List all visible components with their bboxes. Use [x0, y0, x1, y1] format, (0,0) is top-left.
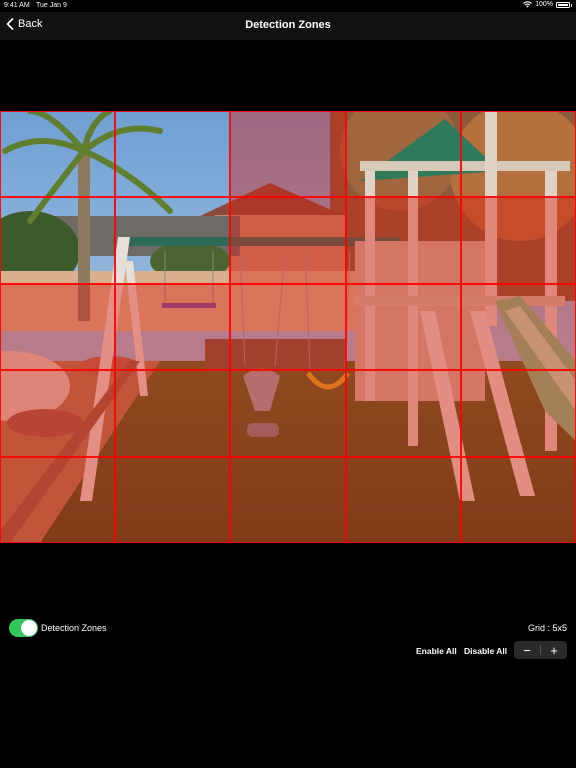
zone-cell[interactable] — [460, 370, 576, 457]
detection-zones-toggle[interactable] — [9, 619, 38, 637]
zone-cell[interactable] — [0, 370, 116, 457]
zone-cell[interactable] — [230, 197, 346, 284]
zone-cell[interactable] — [115, 111, 231, 198]
zone-cell[interactable] — [115, 456, 231, 543]
zone-cell[interactable] — [115, 283, 231, 371]
status-date: Tue Jan 9 — [36, 2, 67, 9]
zone-cell[interactable] — [230, 370, 346, 457]
zone-cell[interactable] — [460, 111, 576, 198]
battery-percent: 100% — [535, 1, 553, 8]
zone-cell[interactable] — [0, 283, 116, 371]
zone-cell[interactable] — [0, 111, 116, 198]
status-bar: 9:41 AM Tue Jan 9 100% — [0, 0, 576, 12]
zone-cell[interactable] — [460, 456, 576, 543]
toggle-knob — [21, 620, 37, 636]
zone-cell[interactable] — [345, 370, 461, 457]
detection-zone-grid — [0, 111, 576, 543]
zone-cell[interactable] — [115, 197, 231, 284]
zone-cell[interactable] — [460, 283, 576, 371]
zone-cell[interactable] — [115, 370, 231, 457]
page-title: Detection Zones — [245, 19, 331, 31]
zone-cell[interactable] — [345, 283, 461, 371]
zone-cell[interactable] — [345, 456, 461, 543]
battery-fill — [558, 3, 568, 6]
grid-size-label: Grid : 5x5 — [527, 623, 567, 633]
zone-cell[interactable] — [0, 456, 116, 543]
battery-icon — [556, 1, 572, 8]
decrement-button[interactable]: − — [514, 641, 540, 659]
zone-cell[interactable] — [230, 283, 346, 371]
camera-snapshot — [0, 111, 576, 543]
zone-cell[interactable] — [345, 197, 461, 284]
increment-button[interactable]: + — [541, 641, 567, 659]
zone-cell[interactable] — [230, 456, 346, 543]
status-right: 100% — [523, 1, 572, 8]
wifi-icon — [523, 1, 532, 8]
detection-zones-label: Detection Zones — [41, 623, 107, 633]
grid-size-stepper: − + — [514, 641, 567, 659]
navigation-bar: Back Detection Zones — [0, 12, 576, 40]
zone-cell[interactable] — [345, 111, 461, 198]
disable-all-button[interactable]: Disable All — [464, 646, 507, 656]
zone-cell[interactable] — [0, 197, 116, 284]
zone-cell[interactable] — [460, 197, 576, 284]
zone-cell[interactable] — [230, 111, 346, 198]
status-time: 9:41 AM — [4, 2, 30, 9]
enable-all-button[interactable]: Enable All — [416, 646, 457, 656]
